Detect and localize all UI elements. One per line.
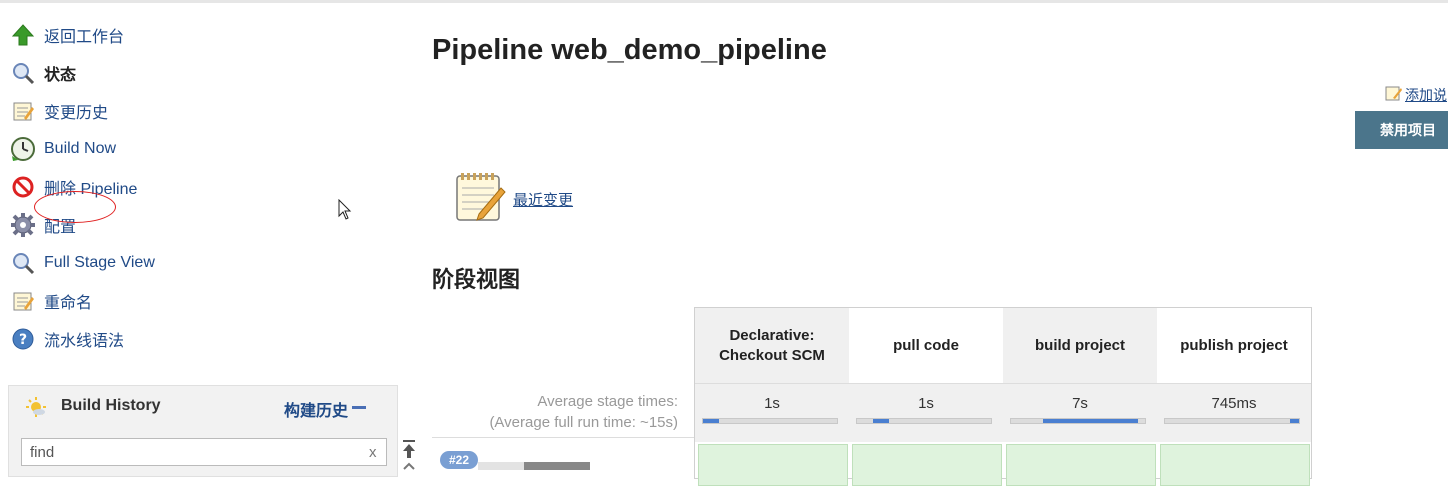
recent-changes: 最近变更 — [453, 170, 573, 229]
add-description-link[interactable]: 添加说 — [1385, 84, 1447, 105]
stage-average-time: 1s — [849, 383, 1003, 442]
sidebar-item-full-stage-view[interactable]: Full Stage View — [10, 248, 155, 278]
add-description-label: 添加说 — [1405, 86, 1447, 103]
disable-project-button[interactable]: 禁用项目 — [1355, 111, 1448, 149]
row-divider — [432, 437, 694, 438]
sidebar-item-label: 状态 — [44, 67, 77, 84]
stage-progress-track — [1164, 418, 1300, 424]
top-border — [0, 0, 1448, 3]
sidebar-item-label: 返回工作台 — [44, 29, 125, 46]
stage-average-time: 745ms — [1157, 383, 1311, 442]
stage-average-time: 7s — [1003, 383, 1157, 442]
scroll-to-top-icon[interactable] — [400, 438, 418, 470]
stage-header-build-project: build project — [1003, 308, 1157, 383]
sun-icon — [25, 396, 47, 418]
average-full-run-time-line: (Average full run time: ~15s) — [489, 414, 678, 431]
stage-progress-fill — [873, 419, 890, 423]
recent-changes-link[interactable]: 最近变更 — [513, 189, 573, 210]
average-stage-times-label: Average stage times: (Average full run t… — [432, 391, 678, 433]
stage-average-time-value: 1s — [764, 395, 780, 412]
svg-text:?: ? — [19, 332, 27, 348]
stage-progress-track — [856, 418, 992, 424]
stage-average-time-value: 7s — [1072, 395, 1088, 412]
sidebar-item-label: 流水线语法 — [44, 333, 125, 350]
no-entry-icon — [10, 174, 36, 200]
stage-name-line: build project — [1035, 336, 1125, 354]
stage-progress-fill — [1043, 419, 1139, 423]
stage-cell-success[interactable] — [698, 444, 848, 486]
mouse-cursor-icon — [338, 198, 352, 226]
stage-header-publish-project: publish project — [1157, 308, 1311, 383]
sidebar-item-pipeline-syntax[interactable]: ? 流水线语法 — [10, 324, 124, 354]
build-progress-segment — [524, 462, 590, 470]
sidebar-item-build-now[interactable]: Build Now — [10, 134, 116, 164]
sidebar-item-label: 删除 Pipeline — [44, 181, 138, 198]
sidebar-item-delete-pipeline[interactable]: 删除 Pipeline — [10, 172, 137, 202]
sidebar-item-label: 变更历史 — [44, 105, 109, 122]
sidebar-item-label: 重命名 — [44, 295, 93, 312]
stage-view-table: Declarative: Checkout SCM 1s pull code 1s… — [694, 307, 1312, 486]
clock-icon — [10, 136, 36, 162]
stage-name-line: publish project — [1180, 336, 1288, 354]
stage-progress-fill — [1289, 419, 1299, 423]
sidebar-item-label: Full Stage View — [44, 254, 155, 271]
stage-average-time: 1s — [695, 383, 849, 442]
build-history-panel: Build History 构建历史 x — [8, 385, 398, 477]
notepad-icon — [10, 288, 36, 314]
stage-average-time-value: 745ms — [1211, 395, 1257, 412]
stage-progress-track — [702, 418, 838, 424]
sidebar-item-configure[interactable]: 配置 — [10, 210, 76, 240]
stage-name-line: Checkout SCM — [719, 346, 825, 364]
sidebar-item-label: Build Now — [44, 140, 117, 157]
build-history-header: Build History 构建历史 — [9, 386, 397, 426]
sidebar-item-rename[interactable]: 重命名 — [10, 286, 92, 316]
build-number-badge[interactable]: #22 — [440, 451, 478, 469]
search-clear-button[interactable]: x — [369, 444, 377, 461]
average-stage-times-line: Average stage times: — [537, 393, 678, 410]
stage-name-line: Declarative: — [729, 326, 815, 344]
search-icon — [10, 250, 36, 276]
stage-progress-track — [1010, 418, 1146, 424]
sidebar-item-changes[interactable]: 变更历史 — [10, 96, 108, 126]
stage-name-line: pull code — [893, 336, 959, 354]
build-history-search-input[interactable] — [21, 438, 387, 466]
collapse-icon[interactable] — [352, 406, 366, 409]
stage-header-pull-code: pull code — [849, 308, 1003, 383]
search-icon — [10, 60, 36, 86]
sidebar-item-label: 配置 — [44, 219, 77, 236]
edit-icon — [1385, 84, 1403, 105]
build-progress-bar — [478, 462, 590, 470]
stage-cell-success[interactable] — [852, 444, 1002, 486]
build-history-title: Build History — [61, 397, 161, 414]
stage-cell-success[interactable] — [1006, 444, 1156, 486]
notepad-icon — [453, 170, 507, 229]
sidebar-item-back-to-dashboard[interactable]: 返回工作台 — [10, 20, 124, 50]
sidebar-item-status[interactable]: 状态 — [10, 58, 76, 88]
gear-icon — [10, 212, 36, 238]
stage-average-time-value: 1s — [918, 395, 934, 412]
build-history-trend-link[interactable]: 构建历史 — [284, 397, 348, 421]
stage-view-title: 阶段视图 — [432, 267, 521, 292]
stage-header-checkout-scm: Declarative: Checkout SCM — [695, 308, 849, 383]
help-icon: ? — [10, 326, 36, 352]
up-arrow-icon — [10, 22, 36, 48]
stage-cell-success[interactable] — [1160, 444, 1310, 486]
stage-progress-fill — [703, 419, 720, 423]
notepad-icon — [10, 98, 36, 124]
page-title: Pipeline web_demo_pipeline — [432, 34, 827, 66]
